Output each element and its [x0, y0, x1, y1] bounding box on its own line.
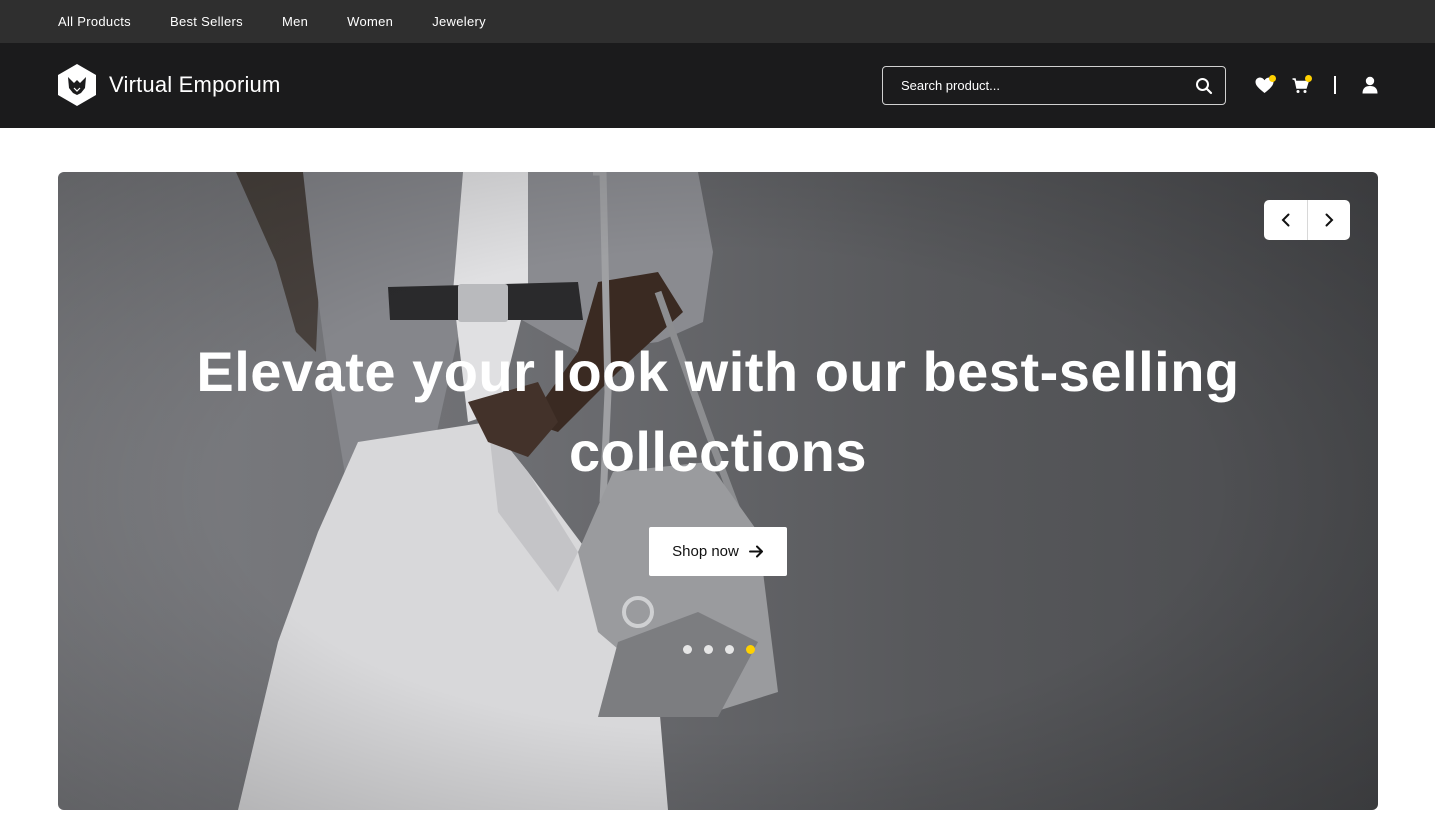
shop-now-label: Shop now [672, 543, 739, 560]
cart-button[interactable] [1292, 75, 1314, 95]
nav-women[interactable]: Women [347, 14, 393, 29]
shop-now-button[interactable]: Shop now [649, 527, 787, 576]
cart-badge [1305, 75, 1312, 82]
nav-men[interactable]: Men [282, 14, 308, 29]
nav-all-products[interactable]: All Products [58, 14, 131, 29]
header-divider [1334, 76, 1336, 94]
top-category-nav: All Products Best Sellers Men Women Jewe… [0, 0, 1435, 43]
wishlist-badge [1269, 75, 1276, 82]
slide-dot-1[interactable] [683, 645, 692, 654]
main-header: Virtual Emporium [0, 43, 1435, 128]
search-input[interactable] [883, 78, 1173, 93]
carousel-pagination [683, 645, 767, 654]
search-box [882, 66, 1226, 105]
next-slide-button[interactable] [1307, 200, 1350, 240]
user-icon [1362, 76, 1378, 94]
nav-best-sellers[interactable]: Best Sellers [170, 14, 243, 29]
slide-dot-2[interactable] [704, 645, 713, 654]
carousel-arrows [1264, 200, 1350, 240]
brand-logo[interactable]: Virtual Emporium [58, 64, 281, 106]
logo-icon [58, 64, 96, 106]
search-icon[interactable] [1195, 77, 1213, 95]
hero-carousel: Elevate your look with our best-selling … [58, 172, 1378, 810]
chevron-right-icon [1325, 213, 1334, 227]
prev-slide-button[interactable] [1264, 200, 1307, 240]
wishlist-button[interactable] [1255, 75, 1277, 95]
hero-headline: Elevate your look with our best-selling … [196, 340, 1240, 483]
account-button[interactable] [1362, 76, 1378, 94]
nav-jewelery[interactable]: Jewelery [432, 14, 486, 29]
slide-dot-3[interactable] [725, 645, 734, 654]
arrow-right-icon [748, 545, 763, 558]
brand-name: Virtual Emporium [109, 72, 281, 97]
slide-dot-4[interactable] [746, 645, 755, 654]
chevron-left-icon [1281, 213, 1289, 227]
